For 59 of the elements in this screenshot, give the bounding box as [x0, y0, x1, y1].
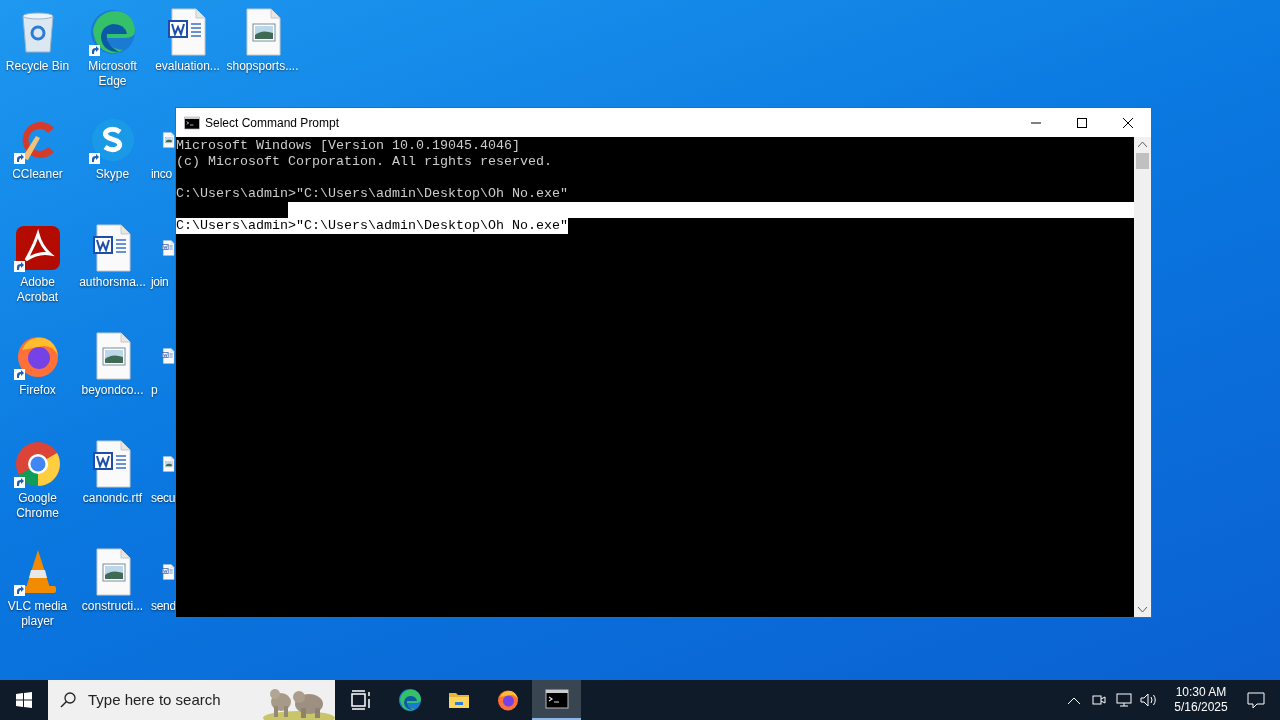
desktop-icon-label[interactable]: p — [151, 383, 158, 398]
app-icon[interactable] — [88, 8, 137, 56]
shortcut-arrow-icon — [13, 153, 25, 164]
shortcut-arrow-icon — [88, 45, 100, 56]
desktop-icon-label[interactable]: join — [151, 275, 169, 290]
word-document-icon[interactable] — [92, 224, 133, 272]
desktop-icon-label[interactable]: send — [151, 599, 176, 614]
desktop-icon-label[interactable]: authorsma... — [75, 275, 150, 290]
word-document-icon[interactable] — [167, 8, 208, 56]
console-line: C:\Users\admin>"C:\Users\admin\Desktop\Oh No.exe" — [176, 186, 568, 202]
firefox-icon — [495, 688, 520, 712]
browser-icon — [397, 688, 422, 712]
network-icon[interactable] — [1116, 693, 1132, 707]
clock[interactable]: 10:30 AM 5/16/2025 — [1168, 685, 1234, 715]
scrollbar-thumb[interactable] — [1136, 153, 1149, 169]
shortcut-arrow-icon — [13, 369, 25, 380]
desktop-icon-label[interactable]: Recycle Bin — [1, 59, 74, 74]
desktop-icon-label[interactable]: beyondco... — [77, 383, 148, 398]
window-title: Select Command Prompt — [205, 114, 340, 132]
shortcut-arrow-icon — [13, 477, 25, 488]
maximize-icon — [1077, 117, 1087, 128]
task-view-icon — [348, 688, 373, 712]
word-document-icon[interactable] — [92, 440, 133, 488]
date-text: 5/16/2025 — [1174, 700, 1228, 715]
desktop-icon-label[interactable]: VLC media player — [0, 599, 75, 629]
desktop-icon-label[interactable]: Google Chrome — [0, 491, 75, 521]
cmd-icon — [184, 114, 200, 131]
desktop-icon-label[interactable]: Firefox — [15, 383, 60, 398]
close-icon — [1123, 117, 1133, 128]
speaker-icon[interactable] — [1140, 693, 1158, 707]
search-icon — [60, 692, 76, 708]
taskbar-app-button[interactable] — [532, 680, 581, 720]
shortcut-arrow-icon — [13, 585, 25, 596]
console-line: Microsoft Windows [Version 10.0.19045.4046] — [176, 138, 520, 154]
desktop-icon-label[interactable]: shopsports.... — [222, 59, 303, 74]
camera-icon[interactable] — [1092, 693, 1106, 707]
desktop-icon-label[interactable]: constructi... — [77, 599, 148, 614]
windows-logo-icon — [16, 692, 32, 708]
shortcut-arrow-icon — [13, 261, 25, 272]
desktop-icon-label[interactable]: secu — [151, 491, 176, 506]
desktop-icon-label[interactable]: evaluation... — [151, 59, 224, 74]
desktop-icon-label[interactable]: Skype — [91, 167, 134, 182]
search-placeholder: Type here to search — [88, 689, 221, 710]
app-icon[interactable] — [13, 440, 62, 488]
app-icon[interactable] — [13, 224, 62, 272]
scrollbar[interactable] — [1134, 137, 1151, 617]
notification-icon — [1247, 691, 1265, 709]
chevron-up-icon[interactable] — [1068, 696, 1080, 704]
shortcut-arrow-icon — [88, 153, 100, 164]
desktop-icon-label[interactable]: Microsoft Edge — [75, 59, 150, 89]
desktop-icon-label[interactable]: canondc.rtf — [78, 491, 147, 506]
terminal-icon — [544, 687, 569, 711]
app-icon[interactable] — [88, 116, 137, 164]
desktop-icon-label[interactable]: inco — [151, 167, 172, 182]
desktop-icon-label[interactable]: CCleaner — [8, 167, 67, 182]
time-text: 10:30 AM — [1175, 685, 1227, 700]
desktop-icon-label[interactable]: Adobe Acrobat — [0, 275, 75, 305]
console-line: (c) Microsoft Corporation. All rights reserved. — [176, 154, 552, 170]
search-field[interactable]: Type here to search — [48, 680, 335, 720]
